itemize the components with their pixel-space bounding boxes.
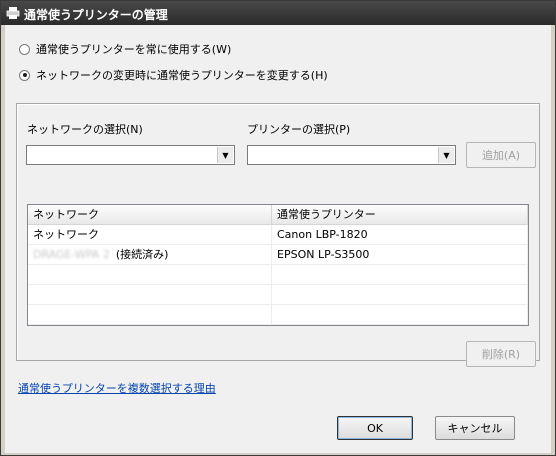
printer-icon — [6, 7, 20, 19]
printer-dropdown[interactable]: ▼ — [247, 145, 456, 165]
title-bar[interactable]: 通常使うプリンターの管理 — [1, 1, 555, 25]
printer-cell: EPSON LP-S3500 — [272, 245, 528, 264]
network-select-label: ネットワークの選択(N) — [27, 123, 143, 136]
table-row[interactable]: ネットワーク Canon LBP-1820 — [28, 225, 528, 245]
dialog-client: 通常使うプリンターを常に使用する(W) ネットワークの変更時に通常使うプリンター… — [5, 25, 551, 453]
printer-dropdown-arrow-icon[interactable]: ▼ — [438, 147, 454, 163]
radio-change-on-network-label: ネットワークの変更時に通常使うプリンターを変更する(H) — [36, 69, 328, 82]
network-dropdown[interactable]: ▼ — [26, 145, 235, 165]
radio-change-on-network-circle[interactable] — [19, 69, 30, 81]
network-dropdown-arrow-icon[interactable]: ▼ — [217, 147, 233, 163]
printer-select-label: プリンターの選択(P) — [247, 123, 351, 136]
printer-mapping-list[interactable]: ネットワーク 通常使うプリンター ネットワーク Canon LBP-1820 D… — [27, 204, 529, 326]
network-cell: ネットワーク — [28, 225, 272, 244]
help-link[interactable]: 通常使うプリンターを複数選択する理由 — [18, 380, 216, 396]
window-title: 通常使うプリンターの管理 — [24, 8, 168, 22]
empty-row — [28, 285, 528, 305]
column-default-printer[interactable]: 通常使うプリンター — [272, 205, 528, 224]
network-cell: DRAGE-WPA 2 (接続済み) — [28, 245, 272, 264]
list-header: ネットワーク 通常使うプリンター — [28, 205, 528, 225]
empty-row — [28, 265, 528, 285]
ok-button[interactable]: OK — [337, 416, 413, 440]
add-button[interactable]: 追加(A) — [466, 142, 536, 168]
empty-row — [28, 325, 528, 326]
remove-button[interactable]: 削除(R) — [466, 341, 536, 367]
radio-always-use-circle[interactable] — [19, 43, 30, 55]
radio-always-use-label: 通常使うプリンターを常に使用する(W) — [36, 43, 232, 56]
printer-cell: Canon LBP-1820 — [272, 225, 528, 244]
radio-always-use[interactable]: 通常使うプリンターを常に使用する(W) — [19, 41, 231, 57]
cancel-button[interactable]: キャンセル — [435, 416, 515, 440]
network-name: DRAGE-WPA 2 — [33, 248, 110, 261]
network-printer-group: ネットワークの選択(N) ▼ プリンターの選択(P) ▼ 追加(A) ネットワー… — [16, 103, 540, 367]
network-name: ネットワーク — [33, 228, 99, 241]
connected-status: (接続済み) — [115, 248, 169, 261]
dialog-window: 通常使うプリンターの管理 通常使うプリンターを常に使用する(W) ネットワークの… — [0, 0, 556, 456]
table-row[interactable]: DRAGE-WPA 2 (接続済み) EPSON LP-S3500 — [28, 245, 528, 265]
column-network[interactable]: ネットワーク — [28, 205, 272, 224]
radio-change-on-network[interactable]: ネットワークの変更時に通常使うプリンターを変更する(H) — [19, 67, 328, 83]
empty-row — [28, 305, 528, 325]
